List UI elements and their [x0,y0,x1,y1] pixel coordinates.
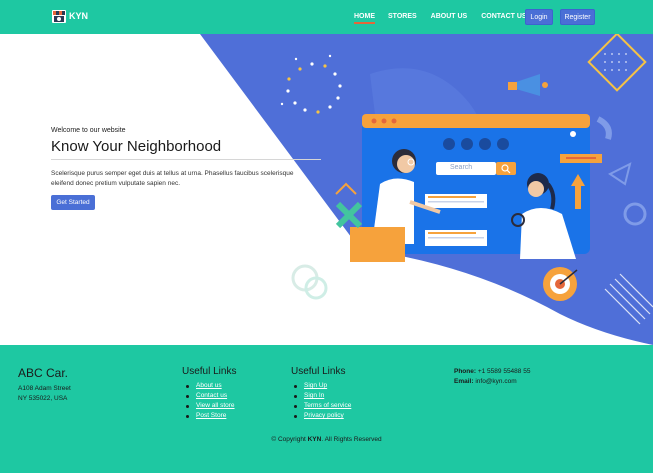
footer-company-name: ABC Car. [18,366,69,380]
hero-divider [51,159,321,160]
hero-welcome-text: Welcome to our website [51,127,126,134]
login-button[interactable]: Login [525,9,553,25]
nav-home[interactable]: HOME [354,13,375,24]
footer-link-terms[interactable]: Terms of service [294,401,351,411]
brand-name: KYN [69,11,89,21]
footer-link-privacy[interactable]: Privacy policy [294,411,351,421]
footer-link-sign-in[interactable]: Sign In [294,391,351,401]
footer-link-contact-us[interactable]: Contact us [186,391,235,401]
phone-value: +1 5589 55488 55 [477,368,531,375]
footer-link-about-us[interactable]: About us [186,381,235,391]
hero-title: Know Your Neighborhood [51,138,222,155]
footer-link-sign-up[interactable]: Sign Up [294,381,351,391]
footer-link-post-store[interactable]: Post Store [186,411,235,421]
nav-contact-us[interactable]: CONTACT US [481,13,526,24]
nav-about-us[interactable]: ABOUT US [431,13,468,24]
illustration-search-placeholder: Search [450,164,473,171]
email-label: Email: [454,378,474,385]
main-nav: HOME STORES ABOUT US CONTACT US [354,13,527,24]
hero-description: Scelerisque purus semper eget duis at te… [51,170,294,187]
email-value: info@kyn.com [475,378,517,385]
nav-stores[interactable]: STORES [388,13,417,24]
footer-links-list-1: About us Contact us View all store Post … [186,381,235,421]
footer: ABC Car. A108 Adam Street NY 535022, USA… [0,345,653,473]
footer-address: A108 Adam Street NY 535022, USA [18,384,71,404]
footer-contact: Phone: +1 5589 55488 55 Email: info@kyn.… [454,367,530,387]
header: KYN HOME STORES ABOUT US CONTACT US Logi… [0,0,653,34]
logo[interactable]: KYN [51,8,88,24]
footer-links-title-1: Useful Links [182,366,237,377]
copyright-suffix: . All Rights Reserved [321,436,382,443]
footer-links-title-2: Useful Links [291,366,346,377]
phone-label: Phone: [454,368,477,375]
hero-section: Welcome to our website Know Your Neighbo… [0,34,653,345]
footer-link-view-all-store[interactable]: View all store [186,401,235,411]
register-button[interactable]: Register [560,9,595,25]
address-line-2: NY 535022, USA [18,395,68,402]
copyright-brand: KYN [307,436,322,443]
footer-links-list-2: Sign Up Sign In Terms of service Privacy… [294,381,351,421]
copyright: © Copyright KYN. All Rights Reserved [0,436,653,443]
store-icon [52,10,66,23]
hero-illustration [200,34,653,345]
address-line-1: A108 Adam Street [18,385,71,392]
copyright-prefix: © Copyright [271,436,306,443]
get-started-button[interactable]: Get Started [51,195,95,210]
